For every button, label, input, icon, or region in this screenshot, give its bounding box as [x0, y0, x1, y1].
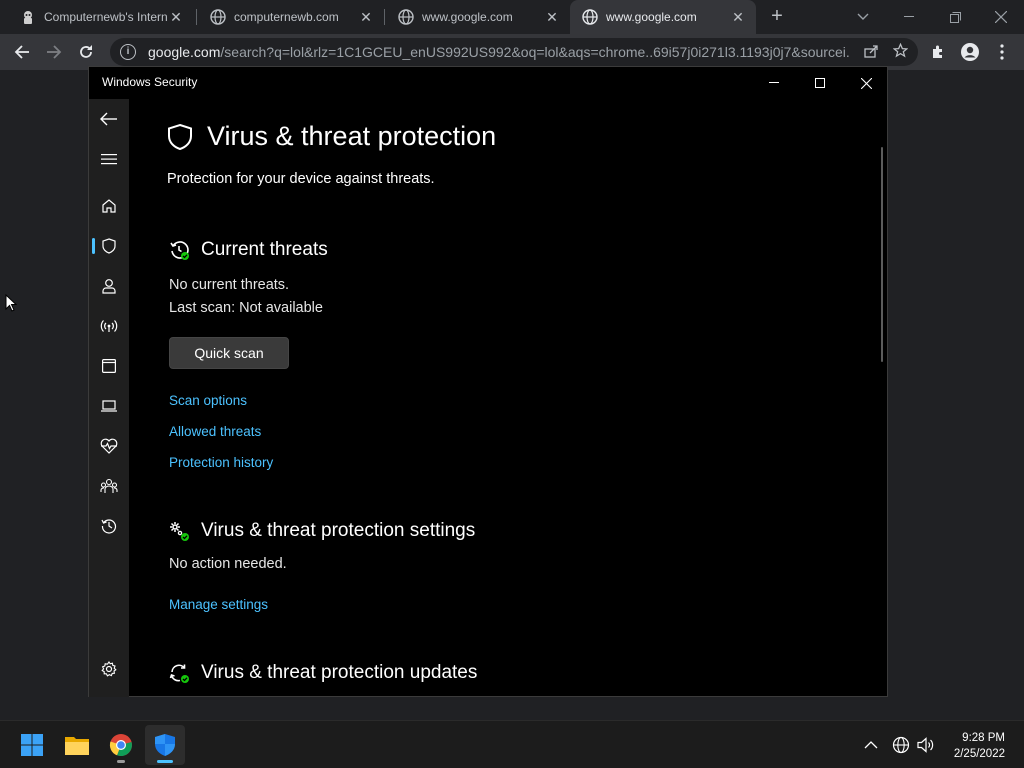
volume-icon[interactable] — [917, 721, 935, 768]
clock-date: 2/25/2022 — [953, 748, 1005, 760]
nav-rail — [89, 99, 129, 697]
settings-status-text: No action needed. — [169, 556, 287, 572]
clock-time: 9:28 PM — [962, 732, 1005, 744]
manage-settings-link[interactable]: Manage settings — [169, 597, 268, 612]
tab-strip: Computernewb's Intern ✕ computernewb.com… — [0, 0, 1024, 34]
chrome-icon[interactable] — [101, 725, 141, 765]
page-subtitle: Protection for your device against threa… — [167, 171, 435, 187]
browser-tab[interactable]: www.google.com ✕ — [386, 0, 570, 34]
extensions-icon[interactable] — [926, 40, 950, 64]
globe-icon — [582, 9, 598, 25]
tab-title: www.google.com — [422, 10, 513, 24]
globe-icon — [398, 9, 414, 25]
new-tab-icon[interactable]: + — [766, 6, 788, 28]
start-icon[interactable] — [12, 725, 52, 765]
main-content: Virus & threat protection Protection for… — [129, 99, 885, 697]
settings-gears-icon — [170, 521, 189, 541]
mouse-cursor-icon — [5, 293, 18, 317]
home-icon[interactable] — [89, 192, 129, 220]
show-hidden-icons[interactable] — [864, 721, 878, 768]
page-title: Virus & threat protection — [167, 121, 496, 152]
profile-icon[interactable] — [958, 40, 982, 64]
tab-separator — [384, 9, 385, 25]
device-icon[interactable] — [89, 392, 129, 420]
browser-tab[interactable]: Computernewb's Intern ✕ — [8, 0, 194, 34]
browser-tab[interactable]: computernewb.com ✕ — [198, 0, 384, 34]
running-indicator — [157, 760, 173, 763]
close-icon[interactable]: ✕ — [168, 9, 184, 26]
settings-icon[interactable] — [89, 655, 129, 683]
protection-history-link[interactable]: Protection history — [169, 455, 273, 470]
share-icon[interactable] — [864, 44, 879, 61]
section-heading-text: Virus & threat protection updates — [201, 662, 478, 683]
shield-icon[interactable] — [89, 232, 129, 260]
close-window-icon[interactable] — [978, 0, 1024, 34]
address-bar[interactable]: i google.com/search?q=lol&rlz=1C1GCEU_en… — [110, 38, 918, 66]
family-icon[interactable] — [89, 472, 129, 500]
clock[interactable]: 9:28 PM 2/25/2022 — [954, 730, 1005, 762]
browser-toolbar: i google.com/search?q=lol&rlz=1C1GCEU_en… — [0, 34, 1024, 70]
url-text: google.com/search?q=lol&rlz=1C1GCEU_enUS… — [148, 44, 850, 60]
info-icon[interactable]: i — [120, 44, 136, 60]
tab-title: Computernewb's Intern — [44, 10, 168, 24]
threat-history-icon — [170, 240, 189, 260]
minimize-icon[interactable] — [751, 67, 797, 99]
windows-security-icon[interactable] — [145, 725, 185, 765]
page-title-text: Virus & threat protection — [207, 121, 497, 151]
reload-button[interactable] — [74, 40, 98, 64]
update-icon — [169, 664, 189, 683]
bookmark-star-icon[interactable] — [892, 42, 909, 61]
app-browser-icon[interactable] — [89, 352, 129, 380]
taskbar: 9:28 PM 2/25/2022 — [0, 720, 1024, 768]
network-icon[interactable] — [89, 312, 129, 340]
scrollbar[interactable] — [881, 147, 883, 362]
close-window-icon[interactable] — [843, 67, 889, 99]
tab-title: www.google.com — [606, 10, 697, 24]
window-title: Windows Security — [102, 75, 198, 89]
quick-scan-button[interactable]: Quick scan — [169, 337, 289, 369]
close-icon[interactable]: ✕ — [730, 9, 746, 26]
menu-icon[interactable] — [89, 145, 129, 173]
scan-options-link[interactable]: Scan options — [169, 393, 247, 408]
tab-separator — [196, 9, 197, 25]
minimize-icon[interactable] — [886, 0, 932, 34]
protection-updates-heading: Virus & threat protection updates — [169, 662, 477, 684]
protection-settings-heading: Virus & threat protection settings — [169, 520, 475, 542]
forward-button[interactable] — [42, 40, 66, 64]
network-tray-icon[interactable] — [892, 721, 910, 768]
tab-search-icon[interactable] — [840, 0, 886, 34]
tab-title: computernewb.com — [234, 10, 339, 24]
account-icon[interactable] — [89, 272, 129, 300]
file-explorer-icon[interactable] — [57, 725, 97, 765]
back-icon[interactable] — [89, 105, 129, 133]
globe-icon — [210, 9, 226, 25]
more-menu-icon[interactable] — [990, 40, 1014, 64]
health-icon[interactable] — [89, 432, 129, 460]
shield-icon — [168, 123, 192, 150]
history-icon[interactable] — [89, 512, 129, 540]
section-heading-text: Virus & threat protection settings — [201, 520, 476, 541]
browser-tab-active[interactable]: www.google.com ✕ — [570, 0, 756, 34]
section-heading-text: Current threats — [201, 239, 328, 260]
allowed-threats-link[interactable]: Allowed threats — [169, 424, 261, 439]
current-threats-heading: Current threats — [169, 239, 328, 261]
windows-security-window: Windows Security Virus & threat protecti… — [88, 66, 888, 697]
close-icon[interactable]: ✕ — [358, 9, 374, 26]
last-scan-text: Last scan: Not available — [169, 300, 323, 316]
close-icon[interactable]: ✕ — [544, 9, 560, 26]
running-indicator — [117, 760, 125, 763]
threat-status-text: No current threats. — [169, 277, 290, 293]
maximize-icon[interactable] — [797, 67, 843, 99]
restore-icon[interactable] — [932, 0, 978, 34]
back-button[interactable] — [10, 40, 34, 64]
computernewb-icon — [20, 9, 36, 25]
